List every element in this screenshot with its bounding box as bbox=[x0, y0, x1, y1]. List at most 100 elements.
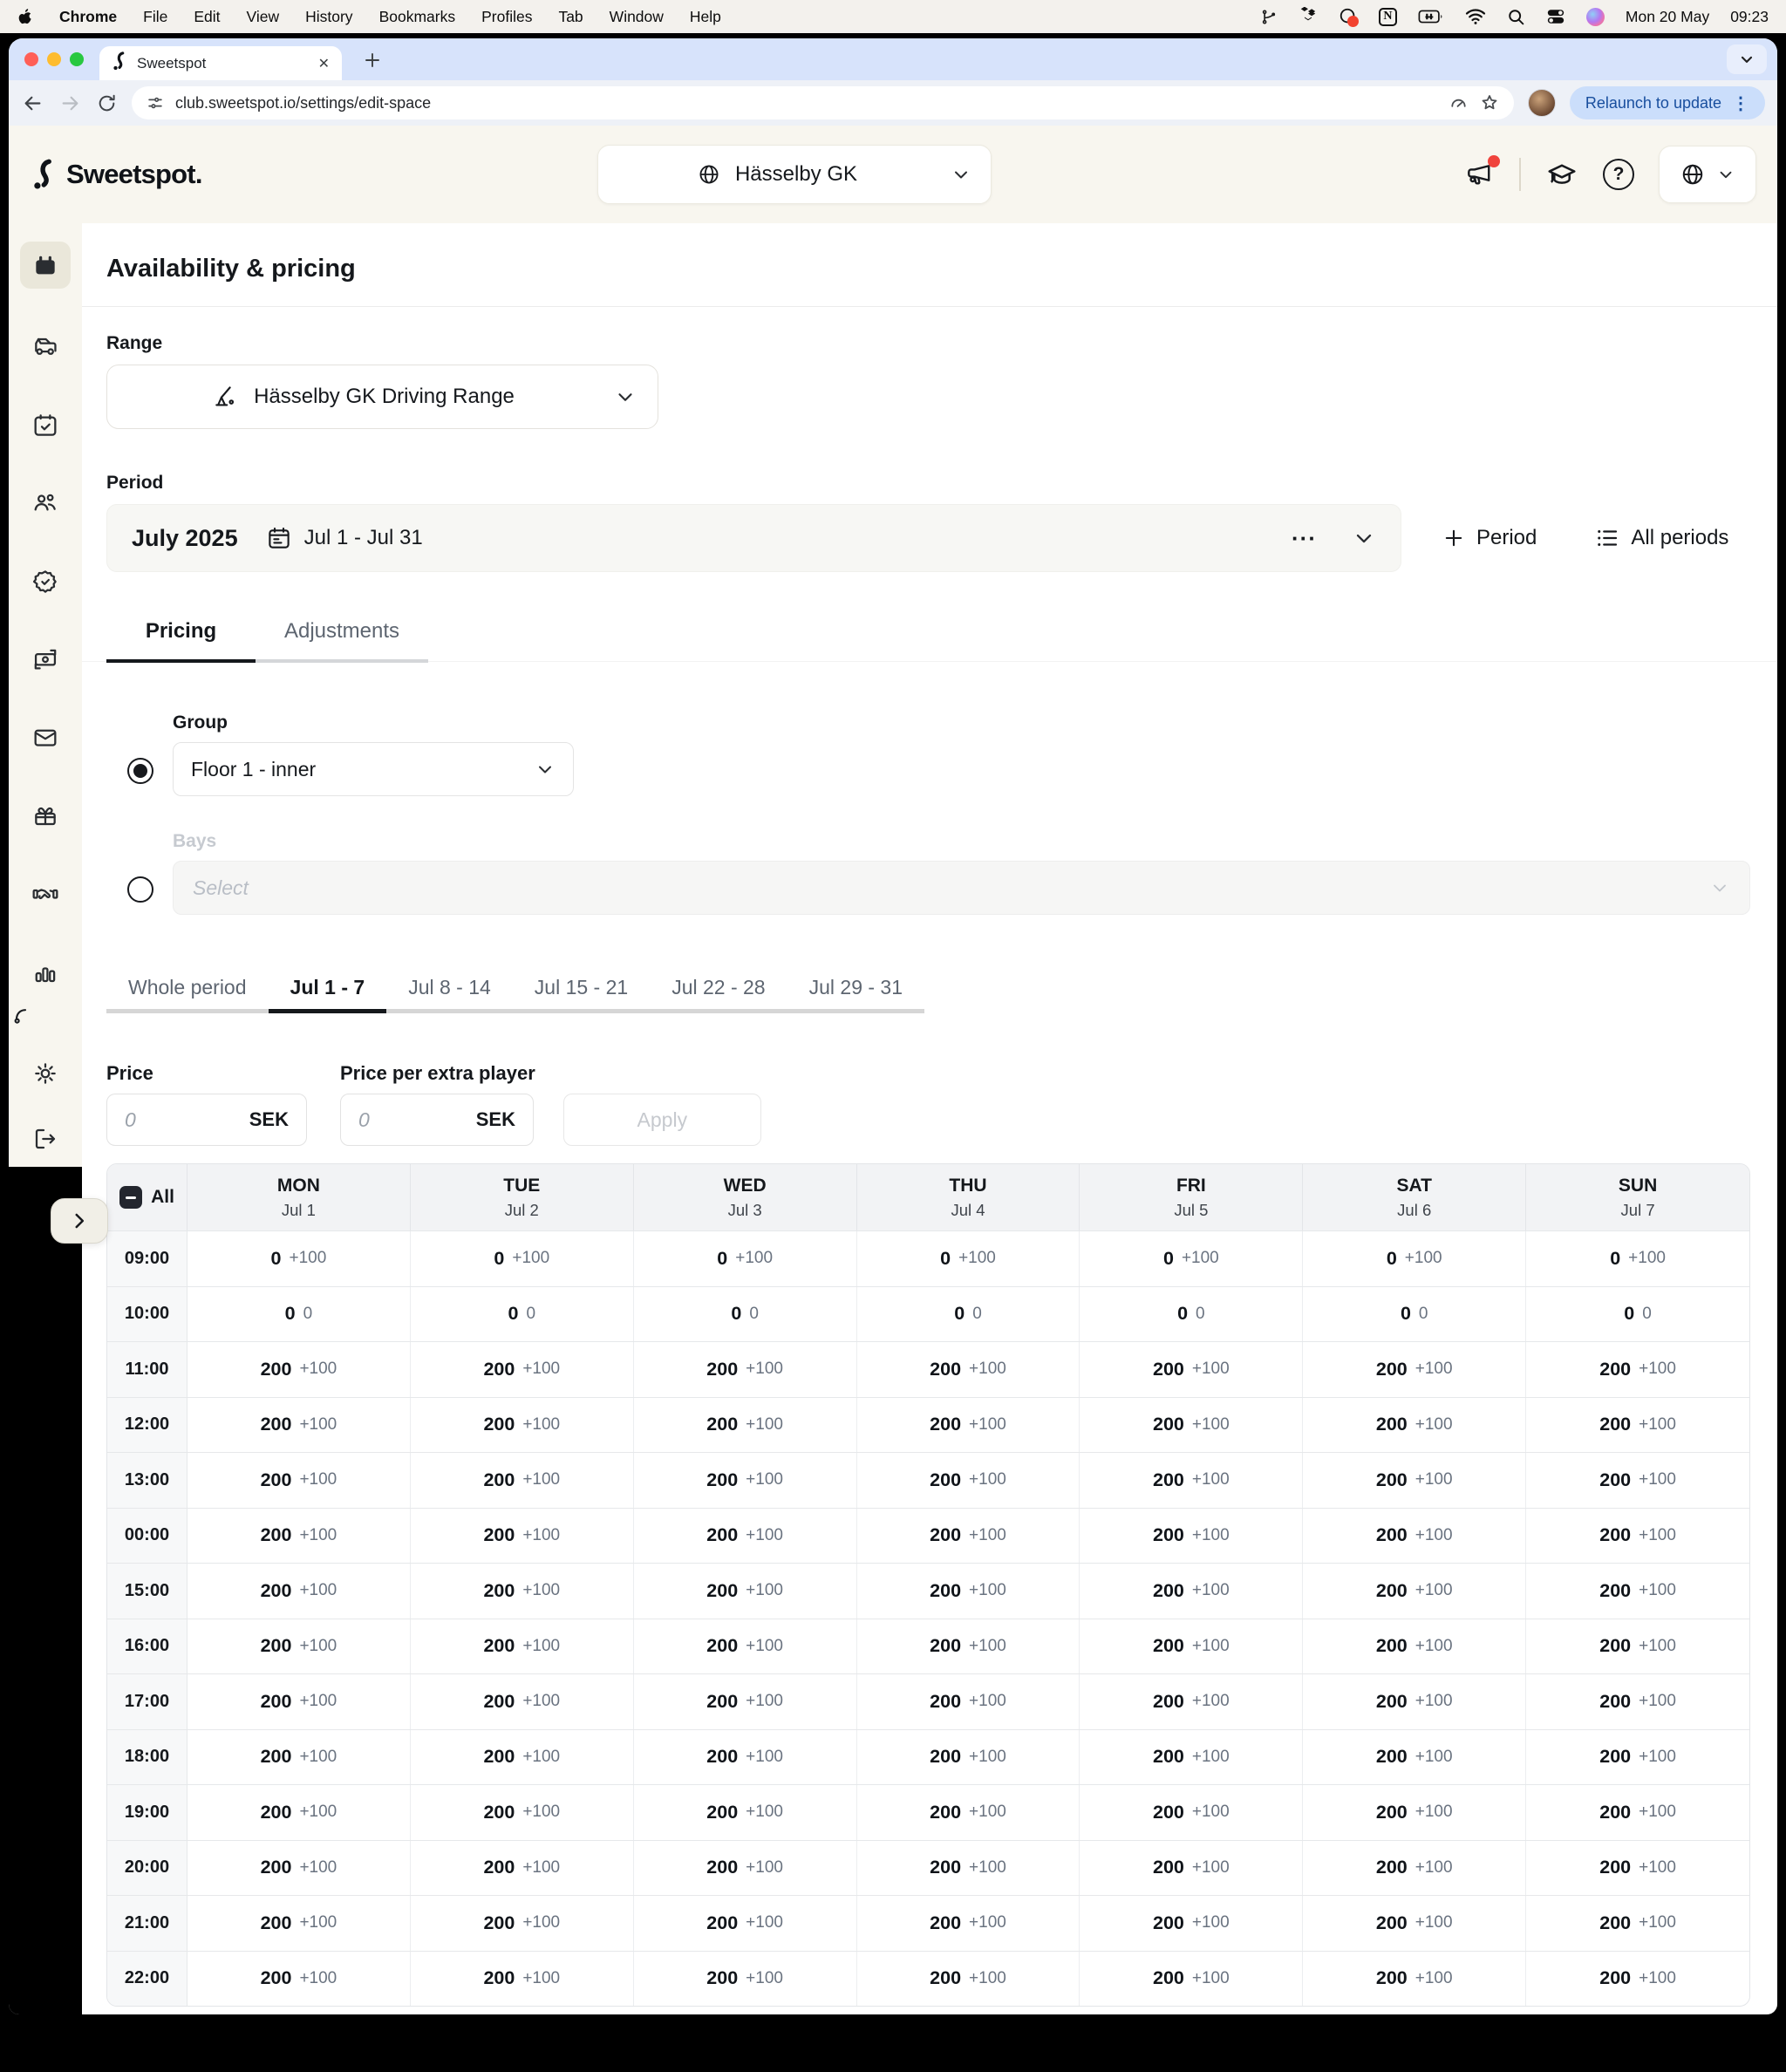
reload-button[interactable] bbox=[96, 92, 118, 114]
price-cell-sat-22-00[interactable]: 200 +100 bbox=[1303, 1951, 1527, 2006]
price-cell-tue-10-00[interactable]: 0 0 bbox=[411, 1286, 634, 1341]
price-cell-mon-17-00[interactable]: 200 +100 bbox=[187, 1674, 411, 1729]
tab-adjustments[interactable]: Adjustments bbox=[256, 619, 428, 663]
control-center-icon[interactable] bbox=[1546, 7, 1565, 26]
price-cell-mon-22-00[interactable]: 200 +100 bbox=[187, 1951, 411, 2006]
sidebar-item-tee-sheet[interactable] bbox=[9, 242, 82, 289]
price-cell-mon-12-00[interactable]: 200 +100 bbox=[187, 1397, 411, 1452]
back-button[interactable] bbox=[21, 92, 44, 115]
price-cell-thu-15-00[interactable]: 200 +100 bbox=[857, 1564, 1080, 1619]
sidebar-item-vouchers[interactable] bbox=[9, 796, 82, 835]
select-all-checkbox[interactable] bbox=[119, 1186, 143, 1209]
tab-pricing[interactable]: Pricing bbox=[106, 619, 256, 663]
price-cell-sat-00-00[interactable]: 200 +100 bbox=[1303, 1508, 1527, 1563]
price-cell-mon-21-00[interactable]: 200 +100 bbox=[187, 1896, 411, 1951]
sidebar-item-payments[interactable] bbox=[9, 640, 82, 678]
sidebar-item-settings[interactable] bbox=[9, 1054, 82, 1093]
price-cell-sun-12-00[interactable]: 200 +100 bbox=[1526, 1398, 1749, 1453]
profile-avatar[interactable] bbox=[1527, 89, 1556, 117]
club-selector[interactable]: Hässelby GK bbox=[597, 145, 992, 204]
price-cell-wed-11-00[interactable]: 200 +100 bbox=[634, 1342, 857, 1397]
price-cell-sun-11-00[interactable]: 200 +100 bbox=[1526, 1342, 1749, 1397]
price-cell-tue-21-00[interactable]: 200 +100 bbox=[411, 1896, 634, 1951]
price-cell-fri-13-00[interactable]: 200 +100 bbox=[1080, 1453, 1304, 1508]
siri-icon[interactable] bbox=[1585, 7, 1605, 26]
price-cell-sat-19-00[interactable]: 200 +100 bbox=[1303, 1785, 1527, 1840]
price-cell-wed-20-00[interactable]: 200 +100 bbox=[634, 1840, 857, 1895]
week-tab-jul-8-14[interactable]: Jul 8 - 14 bbox=[386, 976, 513, 1013]
time-label[interactable]: 15:00 bbox=[107, 1564, 187, 1619]
record-red-dot-icon[interactable] bbox=[1339, 7, 1359, 27]
price-cell-sat-12-00[interactable]: 200 +100 bbox=[1303, 1397, 1527, 1452]
window-zoom-button[interactable] bbox=[70, 52, 84, 66]
time-label[interactable]: 21:00 bbox=[107, 1896, 187, 1951]
menu-tab[interactable]: Tab bbox=[558, 8, 583, 26]
column-header-fri[interactable]: FRI Jul 5 bbox=[1080, 1164, 1304, 1230]
time-label[interactable]: 13:00 bbox=[107, 1453, 187, 1508]
time-label[interactable]: 09:00 bbox=[107, 1231, 187, 1286]
price-cell-tue-19-00[interactable]: 200 +100 bbox=[411, 1785, 634, 1840]
support-icon[interactable] bbox=[12, 1003, 38, 1033]
price-cell-fri-21-00[interactable]: 200 +100 bbox=[1080, 1896, 1304, 1951]
price-cell-tue-00-00[interactable]: 200 +100 bbox=[411, 1508, 634, 1563]
sidebar-item-logout[interactable] bbox=[9, 1120, 82, 1158]
week-tab-jul-15-21[interactable]: Jul 15 - 21 bbox=[512, 976, 651, 1013]
price-cell-mon-11-00[interactable]: 200 +100 bbox=[187, 1342, 411, 1397]
week-tab-jul-22-28[interactable]: Jul 22 - 28 bbox=[650, 976, 788, 1013]
price-cell-sat-10-00[interactable]: 0 0 bbox=[1303, 1286, 1527, 1341]
announcements-button[interactable] bbox=[1463, 155, 1500, 190]
window-close-button[interactable] bbox=[24, 52, 38, 66]
relaunch-to-update-button[interactable]: Relaunch to update ⋮ bbox=[1569, 86, 1765, 119]
time-label[interactable]: 17:00 bbox=[107, 1674, 187, 1729]
period-selector[interactable]: July 2025 Jul 1 - Jul 31 ··· bbox=[106, 504, 1401, 572]
close-tab-icon[interactable]: ✕ bbox=[318, 55, 330, 72]
price-cell-fri-17-00[interactable]: 200 +100 bbox=[1080, 1674, 1304, 1729]
help-icon[interactable]: ? bbox=[1603, 159, 1634, 190]
price-cell-tue-17-00[interactable]: 200 +100 bbox=[411, 1674, 634, 1729]
sidebar-item-reports[interactable] bbox=[9, 953, 82, 992]
sidebar-item-messages[interactable] bbox=[9, 719, 82, 757]
dropbox-icon[interactable] bbox=[1299, 7, 1318, 26]
price-cell-thu-17-00[interactable]: 200 +100 bbox=[857, 1674, 1080, 1729]
bookmark-star-icon[interactable] bbox=[1479, 92, 1500, 113]
column-header-wed[interactable]: WED Jul 3 bbox=[634, 1164, 857, 1230]
price-cell-wed-00-00[interactable]: 200 +100 bbox=[634, 1508, 857, 1563]
browser-tab-sweetspot[interactable]: Sweetspot ✕ bbox=[99, 46, 342, 80]
price-cell-sun-16-00[interactable]: 200 +100 bbox=[1526, 1619, 1749, 1674]
price-cell-tue-12-00[interactable]: 200 +100 bbox=[411, 1397, 634, 1452]
price-extra-field[interactable]: SEK bbox=[340, 1094, 534, 1146]
notion-icon[interactable]: N bbox=[1378, 7, 1397, 26]
menu-history[interactable]: History bbox=[305, 8, 352, 26]
price-cell-thu-18-00[interactable]: 200 +100 bbox=[857, 1729, 1080, 1784]
bays-radio[interactable] bbox=[127, 876, 153, 903]
time-label[interactable]: 19:00 bbox=[107, 1785, 187, 1840]
price-cell-thu-10-00[interactable]: 0 0 bbox=[857, 1286, 1080, 1341]
price-cell-thu-21-00[interactable]: 200 +100 bbox=[857, 1896, 1080, 1951]
price-cell-wed-12-00[interactable]: 200 +100 bbox=[634, 1397, 857, 1452]
graduation-cap-icon[interactable] bbox=[1545, 158, 1578, 191]
menu-help[interactable]: Help bbox=[690, 8, 721, 26]
column-header-thu[interactable]: THU Jul 4 bbox=[857, 1164, 1080, 1230]
price-cell-tue-18-00[interactable]: 200 +100 bbox=[411, 1729, 634, 1784]
price-cell-fri-22-00[interactable]: 200 +100 bbox=[1080, 1951, 1304, 2006]
time-label[interactable]: 10:00 bbox=[107, 1286, 187, 1341]
group-radio[interactable] bbox=[127, 758, 153, 784]
price-cell-thu-11-00[interactable]: 200 +100 bbox=[857, 1342, 1080, 1397]
branch-icon[interactable] bbox=[1259, 8, 1278, 26]
sidebar-item-members[interactable] bbox=[9, 483, 82, 521]
column-header-tue[interactable]: TUE Jul 2 bbox=[411, 1164, 634, 1230]
menu-chrome[interactable]: Chrome bbox=[59, 8, 117, 26]
price-cell-sun-15-00[interactable]: 200 +100 bbox=[1526, 1564, 1749, 1619]
price-cell-thu-20-00[interactable]: 200 +100 bbox=[857, 1840, 1080, 1895]
performance-icon[interactable] bbox=[1449, 93, 1469, 113]
menu-bookmarks[interactable]: Bookmarks bbox=[379, 8, 456, 26]
price-cell-sun-18-00[interactable]: 200 +100 bbox=[1526, 1730, 1749, 1785]
price-cell-thu-12-00[interactable]: 200 +100 bbox=[857, 1397, 1080, 1452]
group-select[interactable]: Floor 1 - inner bbox=[173, 742, 574, 796]
price-cell-sat-15-00[interactable]: 200 +100 bbox=[1303, 1564, 1527, 1619]
price-cell-mon-13-00[interactable]: 200 +100 bbox=[187, 1453, 411, 1508]
address-bar[interactable]: club.sweetspot.io/settings/edit-space bbox=[132, 86, 1514, 119]
menu-view[interactable]: View bbox=[246, 8, 279, 26]
price-cell-thu-22-00[interactable]: 200 +100 bbox=[857, 1951, 1080, 2006]
price-cell-fri-19-00[interactable]: 200 +100 bbox=[1080, 1785, 1304, 1840]
